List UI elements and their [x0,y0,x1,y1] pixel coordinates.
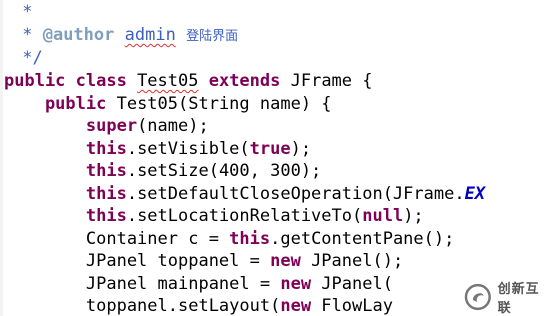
code-token: JPanel(); [300,251,404,271]
code-token: public class [4,71,138,91]
code-line[interactable]: this.setLocationRelativeTo(null); [4,205,424,227]
code-editor[interactable]: * * @author admin 登陆界面 */public class Te… [0,0,559,316]
code-line[interactable]: Container c = this.getContentPane(); [4,228,454,250]
watermark-text: 创新互联 [497,282,540,316]
code-line[interactable]: super(name); [4,115,209,137]
code-line[interactable]: this.setDefaultCloseOperation(JFrame.EX [4,183,485,205]
code-token: new [270,251,301,271]
code-token: .setDefaultCloseOperation(JFrame. [126,184,465,204]
code-token: Container c = [4,229,230,249]
editor-gutter [0,0,3,316]
code-token: super [4,116,138,136]
code-line[interactable]: JPanel toppanel = new JPanel(); [4,250,403,272]
code-token: Test05(String name) { [116,94,332,114]
code-token: .setLocationRelativeTo( [126,206,363,226]
code-token: true [249,139,291,159]
code-token: this [4,206,127,226]
code-token: public [4,94,117,114]
code-line[interactable]: public class Test05 extends JFrame { [4,70,373,92]
code-token: this [4,139,127,159]
cx-logo-icon [464,283,491,311]
code-line[interactable]: */ [12,47,43,69]
code-line[interactable]: JPanel mainpanel = new JPanel( [4,273,393,295]
code-token: null [362,206,404,226]
code-token: this [4,184,127,204]
code-token: (name); [137,116,209,136]
code-token: toppanel.setLayout( [4,296,281,316]
code-token: this [229,229,271,249]
code-line[interactable]: public Test05(String name) { [4,93,332,115]
code-token: ); [290,139,312,159]
code-token: * [12,25,43,45]
code-token: extends [198,71,291,91]
code-token: new [280,274,312,294]
code-token: this [4,161,127,181]
code-token: JFrame { [290,71,373,91]
code-token: new [280,296,312,316]
code-token: .setVisible( [126,139,250,159]
code-line[interactable]: toppanel.setLayout(new FlowLay [4,295,393,316]
code-token: .setSize(400, 300); [126,161,322,181]
code-line[interactable]: * [12,1,32,23]
code-token: JPanel toppanel = [4,251,271,271]
code-token: @author [42,25,115,45]
code-line[interactable]: this.setVisible(true); [4,138,311,160]
code-token: ); [403,206,424,226]
code-line[interactable]: this.setSize(400, 300); [4,160,321,182]
code-token: JPanel mainpanel = [4,274,281,294]
watermark: 创新互联 [462,282,559,316]
code-token: .getContentPane(); [270,229,455,249]
code-token: admin [124,25,176,45]
code-token: */ [12,48,43,68]
code-line[interactable]: * @author admin 登陆界面 [12,24,238,46]
code-token: Test05 [137,71,199,91]
code-token: * [12,2,33,22]
code-token: JPanel( [311,274,393,294]
code-token: 登陆界面 [186,29,239,44]
code-token: EX [464,184,486,204]
code-token: FlowLay [311,296,393,316]
